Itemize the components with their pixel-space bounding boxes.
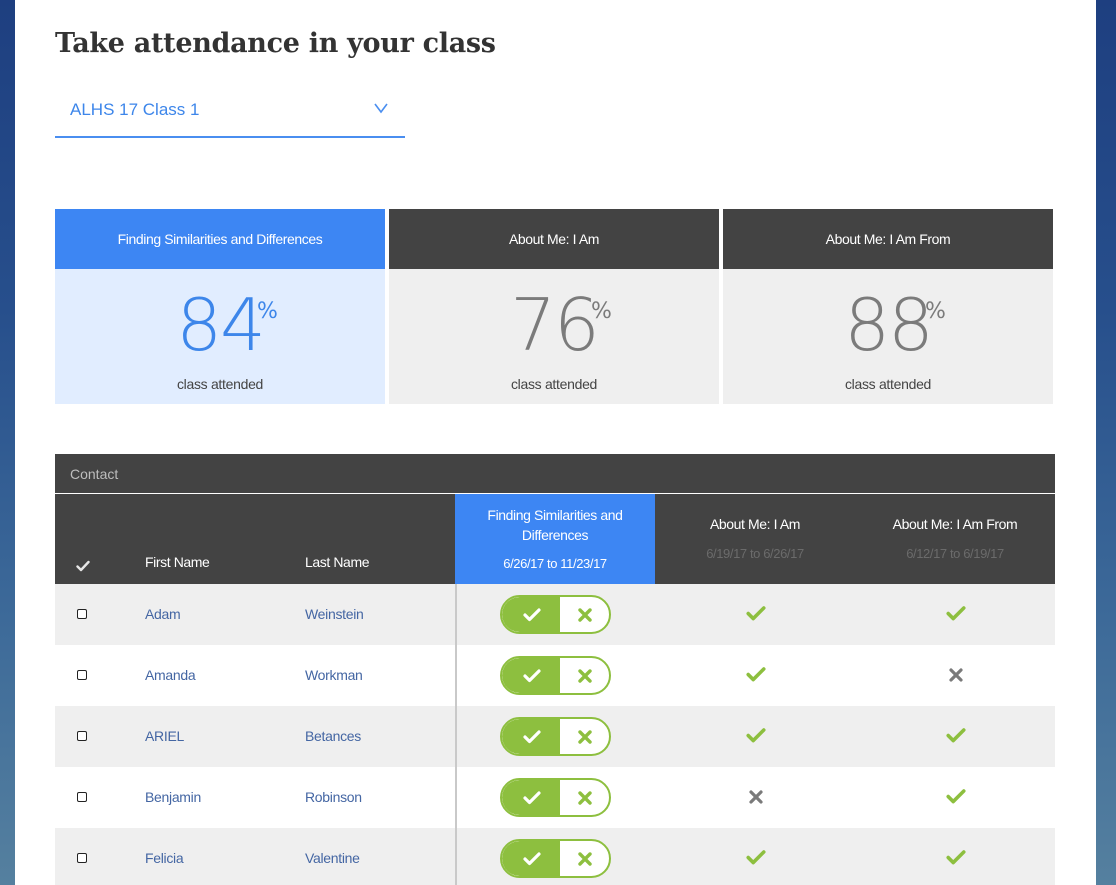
present-check-icon bbox=[946, 727, 966, 748]
attendance-toggle[interactable] bbox=[500, 839, 611, 878]
lesson-title: About Me: I Am bbox=[709, 516, 801, 532]
header-lesson-about-me-from[interactable]: About Me: I Am From 6/12/17 to 6/19/17 bbox=[855, 494, 1055, 584]
absent-cross-icon bbox=[749, 790, 763, 809]
present-check-icon bbox=[746, 666, 766, 687]
last-name-link[interactable]: Valentine bbox=[305, 850, 360, 866]
attendance-toggle[interactable] bbox=[500, 717, 611, 756]
attendance-percent: 84 bbox=[176, 283, 266, 367]
lesson-card-finding-similarities[interactable]: Finding Similarities and Differences 84 … bbox=[55, 209, 385, 404]
present-option[interactable] bbox=[502, 841, 560, 876]
table-row: Benjamin Robinson bbox=[55, 767, 1055, 828]
last-name-link[interactable]: Weinstein bbox=[305, 606, 364, 622]
percent-sign: % bbox=[591, 299, 612, 324]
table-row: Amanda Workman bbox=[55, 645, 1055, 706]
present-option[interactable] bbox=[502, 780, 560, 815]
first-name-link[interactable]: ARIEL bbox=[145, 728, 184, 744]
present-check-icon bbox=[746, 605, 766, 626]
table-row: Felicia Valentine bbox=[55, 828, 1055, 885]
column-divider bbox=[455, 584, 457, 885]
row-select-checkbox[interactable] bbox=[77, 609, 87, 619]
header-lesson-about-me[interactable]: About Me: I Am 6/19/17 to 6/26/17 bbox=[655, 494, 855, 584]
lesson-title: About Me: I Am From bbox=[892, 516, 1018, 532]
class-select-dropdown[interactable]: ALHS 17 Class 1 bbox=[55, 90, 405, 138]
present-check-icon bbox=[946, 605, 966, 626]
table-body: Adam Weinstein Amanda Workman ARIEL Beta… bbox=[55, 584, 1055, 885]
header-lesson-finding-similarities[interactable]: Finding Similarities and Differences 6/2… bbox=[455, 494, 655, 584]
attendance-percent: 88 bbox=[844, 283, 934, 367]
lesson-title: Finding Similarities and Differences bbox=[487, 507, 623, 543]
percent-sign: % bbox=[925, 299, 946, 324]
percent-sign: % bbox=[257, 299, 278, 324]
attendance-label: class attended bbox=[176, 376, 264, 392]
lesson-card-title: Finding Similarities and Differences bbox=[55, 209, 385, 269]
header-last-name[interactable]: Last Name bbox=[305, 554, 370, 570]
main-panel: Take attendance in your class ALHS 17 Cl… bbox=[15, 0, 1096, 885]
present-check-icon bbox=[946, 849, 966, 870]
first-name-link[interactable]: Adam bbox=[145, 606, 181, 622]
present-check-icon bbox=[946, 788, 966, 809]
class-select-value: ALHS 17 Class 1 bbox=[70, 100, 200, 119]
lesson-dates: 6/12/17 to 6/19/17 bbox=[906, 546, 1004, 561]
contact-section-label: Contact bbox=[55, 454, 1055, 494]
last-name-link[interactable]: Workman bbox=[305, 667, 363, 683]
attendance-label: class attended bbox=[510, 376, 598, 392]
present-option[interactable] bbox=[502, 719, 560, 754]
first-name-link[interactable]: Benjamin bbox=[145, 789, 201, 805]
row-select-checkbox[interactable] bbox=[77, 792, 87, 802]
attendance-toggle[interactable] bbox=[500, 778, 611, 817]
lesson-card-about-me[interactable]: About Me: I Am 76 % class attended bbox=[389, 209, 719, 404]
present-option[interactable] bbox=[502, 597, 560, 632]
chevron-down-icon bbox=[374, 103, 388, 114]
lesson-card-title: About Me: I Am bbox=[389, 209, 719, 269]
present-option[interactable] bbox=[502, 658, 560, 693]
lesson-summary-cards: Finding Similarities and Differences 84 … bbox=[55, 209, 1055, 404]
lesson-dates: 6/19/17 to 6/26/17 bbox=[706, 546, 804, 561]
present-check-icon bbox=[746, 727, 766, 748]
absent-cross-icon bbox=[949, 668, 963, 687]
last-name-link[interactable]: Betances bbox=[305, 728, 361, 744]
lesson-card-about-me-from[interactable]: About Me: I Am From 88 % class attended bbox=[723, 209, 1053, 404]
attendance-toggle[interactable] bbox=[500, 595, 611, 634]
row-select-checkbox[interactable] bbox=[77, 670, 87, 680]
lesson-card-title: About Me: I Am From bbox=[723, 209, 1053, 269]
last-name-link[interactable]: Robinson bbox=[305, 789, 362, 805]
table-row: Adam Weinstein bbox=[55, 584, 1055, 645]
table-row: ARIEL Betances bbox=[55, 706, 1055, 767]
attendance-percent: 76 bbox=[510, 283, 600, 367]
attendance-label: class attended bbox=[844, 376, 932, 392]
present-check-icon bbox=[746, 849, 766, 870]
check-icon[interactable] bbox=[76, 560, 90, 572]
header-first-name[interactable]: First Name bbox=[145, 554, 210, 570]
first-name-link[interactable]: Amanda bbox=[145, 667, 196, 683]
first-name-link[interactable]: Felicia bbox=[145, 850, 184, 866]
table-header: First Name Last Name Finding Similaritie… bbox=[55, 494, 1055, 584]
page-title: Take attendance in your class bbox=[55, 28, 496, 59]
row-select-checkbox[interactable] bbox=[77, 853, 87, 863]
attendance-table: Contact First Name Last Name Finding Sim… bbox=[55, 454, 1055, 885]
attendance-toggle[interactable] bbox=[500, 656, 611, 695]
row-select-checkbox[interactable] bbox=[77, 731, 87, 741]
lesson-dates: 6/26/17 to 11/23/17 bbox=[503, 556, 607, 571]
